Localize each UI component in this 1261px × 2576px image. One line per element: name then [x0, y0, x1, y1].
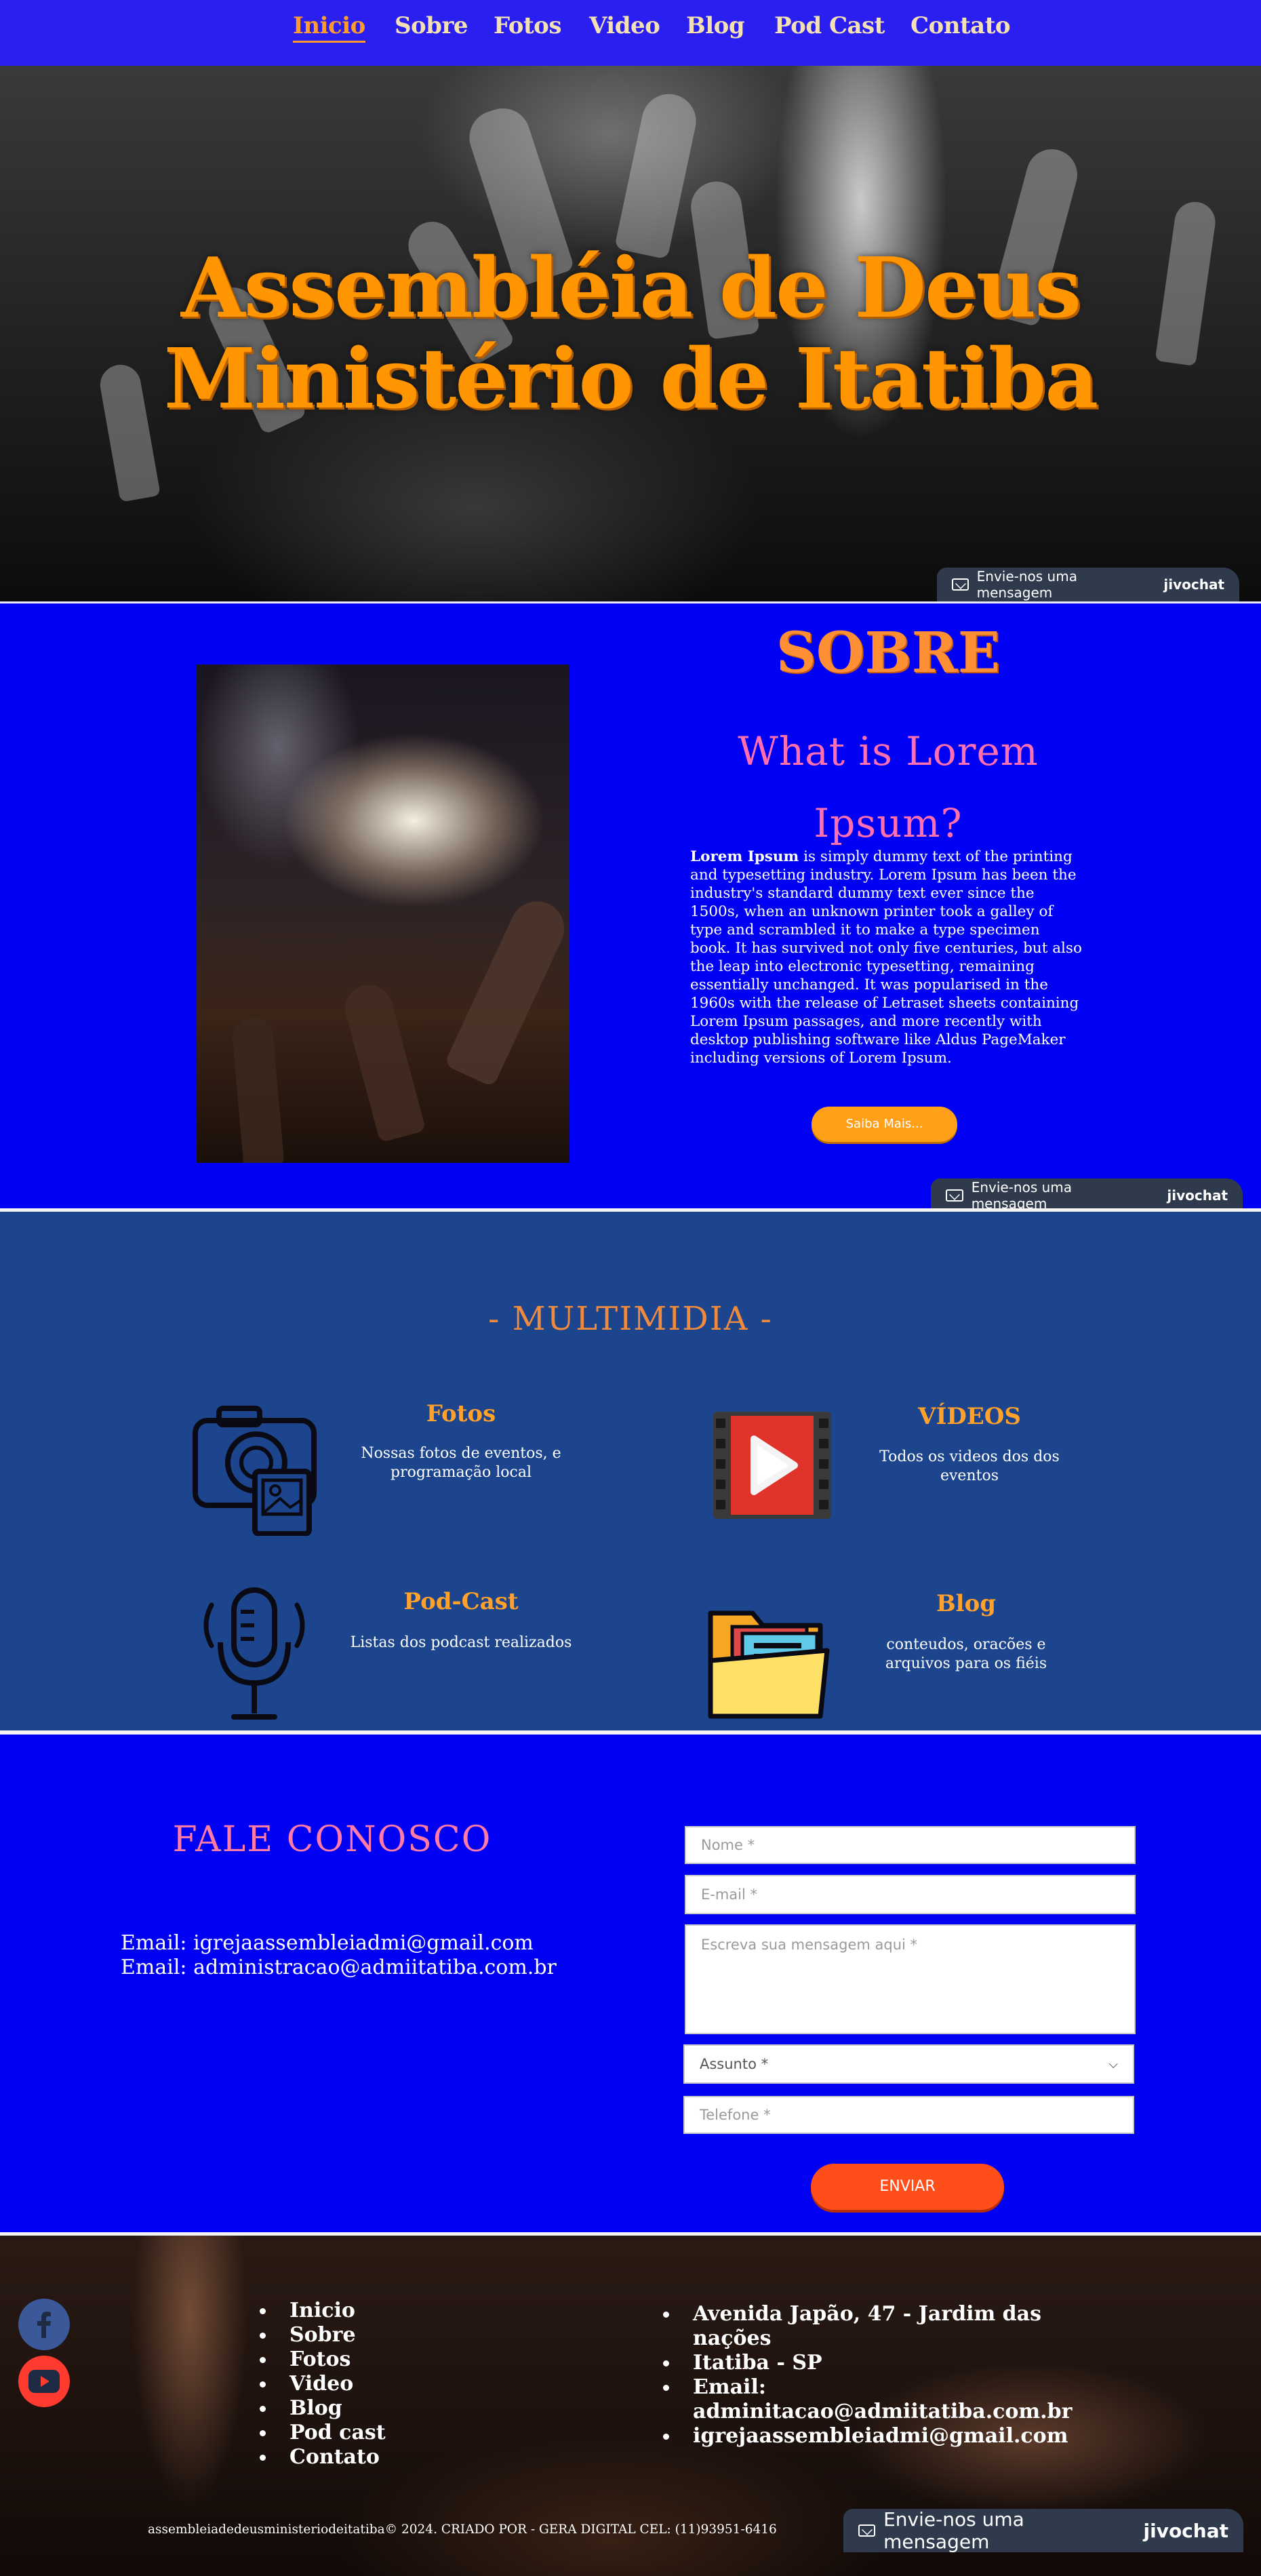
chat-label: Envie-nos uma mensagem [971, 1179, 1073, 1212]
nav-contato[interactable]: Contato [910, 12, 1011, 39]
email-input[interactable]: E-mail * [685, 1875, 1136, 1914]
subject-select-value: Assunto * [700, 2056, 769, 2072]
submit-button[interactable]: ENVIAR [811, 2164, 1004, 2210]
sobre-body-text: is simply dummy text of the printing and… [690, 848, 1082, 1067]
hero-title: Assembléia de Deus Ministério de Itatiba [0, 242, 1261, 424]
nav-inicio[interactable]: Inicio [293, 12, 365, 43]
fotos-card-text: Nossas fotos de eventos, e programação l… [361, 1445, 561, 1481]
copyright-text: assembleiadedeusministeriodeitatiba© 202… [148, 2522, 777, 2537]
multimidia-section: - MULTIMIDIA - Fotos Nossas fotos de eve… [0, 1208, 1261, 1730]
chat-brand: jivochat [1167, 1187, 1228, 1204]
folder-icon[interactable] [705, 1600, 834, 1722]
envelope-icon [858, 2524, 876, 2537]
videos-card-title[interactable]: VÍDEOS [868, 1403, 1071, 1430]
podcast-card-text: Listas dos podcast realizados [350, 1634, 572, 1651]
contact-title: FALE CONOSCO [172, 1819, 492, 1860]
facebook-icon[interactable] [18, 2299, 70, 2350]
blog-card-text: conteudos, oracões e arquivos para os fi… [885, 1636, 1047, 1672]
footer-email-igreja: igrejaassembleiadmi@gmail.com [663, 2424, 1068, 2449]
sobre-section: SOBRE What is Lorem Ipsum? Lorem Ipsum i… [0, 601, 1261, 1212]
chat-brand: jivochat [1163, 576, 1224, 593]
chat-label: Envie-nos uma mensagem [883, 2508, 1024, 2553]
footer-email-admin: Email: adminitacao@admiitatiba.com.br [663, 2375, 1072, 2424]
footer-link-inicio[interactable]: Inicio [260, 2299, 386, 2323]
contact-email-2: Email: administracao@admiitatiba.com.br [121, 1956, 557, 1979]
footer-city: Itatiba - SP [663, 2351, 1043, 2375]
sobre-subtitle-line1: What is Lorem [738, 728, 1039, 774]
message-textarea[interactable]: Escreva sua mensagem aqui * [685, 1924, 1136, 2034]
footer-link-sobre[interactable]: Sobre [260, 2323, 386, 2347]
saiba-mais-button[interactable]: Saiba Mais... [812, 1107, 957, 1142]
chat-widget-button-3[interactable]: Envie-nos uma mensagem jivochat [843, 2508, 1243, 2553]
concert-photo [197, 665, 569, 1163]
nav-sobre[interactable]: Sobre [395, 12, 468, 39]
footer-link-video[interactable]: Video [260, 2372, 386, 2396]
sobre-title: SOBRE [776, 620, 1001, 686]
nav-podcast[interactable]: Pod Cast [774, 12, 885, 39]
footer-link-podcast[interactable]: Pod cast [260, 2421, 386, 2445]
sobre-subtitle: What is Lorem Ipsum? [705, 715, 1071, 859]
footer-link-contato[interactable]: Contato [260, 2445, 386, 2470]
footer-address: Avenida Japão, 47 - Jardim das nações [663, 2302, 1043, 2351]
subject-select[interactable]: Assunto * ⌵ [683, 2044, 1134, 2084]
footer-address-list: Avenida Japão, 47 - Jardim das nações It… [663, 2302, 1072, 2449]
youtube-icon[interactable] [18, 2356, 70, 2407]
nav-blog[interactable]: Blog [686, 12, 745, 39]
sobre-bold-text: Lorem Ipsum [690, 848, 799, 865]
footer-link-fotos[interactable]: Fotos [260, 2347, 386, 2372]
multimidia-title: - MULTIMIDIA - [488, 1300, 773, 1338]
contact-section: FALE CONOSCO Email: igrejaassembleiadmi@… [0, 1730, 1261, 2232]
podcast-card-title[interactable]: Pod-Cast [359, 1588, 563, 1615]
hero-title-line1: Assembléia de Deus [180, 239, 1081, 336]
envelope-icon [946, 1189, 963, 1202]
video-play-icon[interactable] [713, 1412, 835, 1520]
camera-photo-icon[interactable] [188, 1400, 324, 1537]
contact-email-1: Email: igrejaassembleiadmi@gmail.com [121, 1931, 534, 1955]
footer-nav-list: Inicio Sobre Fotos Video Blog Pod cast C… [260, 2299, 386, 2470]
videos-card-text: Todos os videos dos dos eventos [879, 1448, 1060, 1484]
footer: Inicio Sobre Fotos Video Blog Pod cast C… [0, 2232, 1261, 2576]
microphone-icon[interactable] [197, 1585, 312, 1724]
phone-input[interactable]: Telefone * [683, 2096, 1134, 2134]
nav-fotos[interactable]: Fotos [494, 12, 561, 39]
nav-video[interactable]: Video [589, 12, 660, 39]
hero-banner: Assembléia de Deus Ministério de Itatiba… [0, 66, 1261, 601]
blog-card-title[interactable]: Blog [864, 1590, 1068, 1617]
footer-link-blog[interactable]: Blog [260, 2396, 386, 2421]
hero-title-line2: Ministério de Itatiba [163, 330, 1099, 427]
envelope-icon [952, 578, 969, 591]
chat-widget-button[interactable]: Envie-nos uma mensagem jivochat [937, 568, 1239, 601]
chat-label: Envie-nos uma mensagem [976, 568, 1077, 601]
name-input[interactable]: Nome * [685, 1826, 1136, 1864]
chat-widget-button-2[interactable]: Envie-nos uma mensagem jivochat [931, 1178, 1243, 1212]
sobre-paragraph: Lorem Ipsum is simply dummy text of the … [690, 848, 1083, 1067]
fotos-card-title[interactable]: Fotos [359, 1400, 563, 1427]
chat-brand: jivochat [1143, 2519, 1229, 2542]
top-navigation: Inicio Sobre Fotos Video Blog Pod Cast C… [0, 0, 1261, 66]
chevron-down-icon: ⌵ [1108, 2057, 1118, 2072]
